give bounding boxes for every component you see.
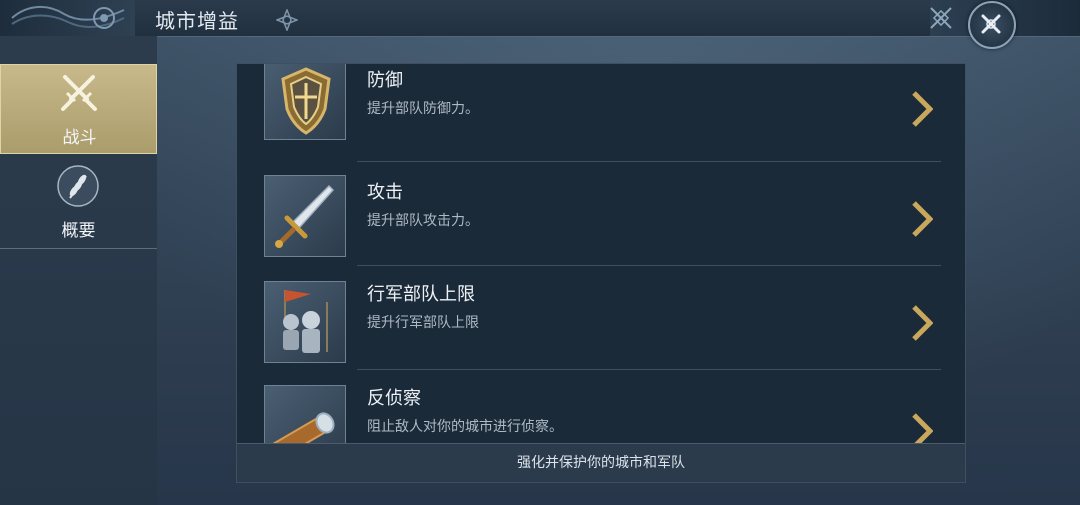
chevron-right-icon[interactable] (911, 200, 933, 238)
buff-list-panel: 防御 提升部队防御力。 攻击 提升部队攻击力。 行军部队上限 提升行军部队上限 … (236, 63, 966, 483)
sword-icon (264, 175, 346, 257)
buff-description: 提升部队防御力。 (367, 101, 479, 117)
top-header: 城市增益 (0, 0, 1080, 49)
buff-description: 提升部队攻击力。 (367, 213, 479, 229)
header-ornament (0, 0, 135, 36)
page-title: 城市增益 (155, 9, 239, 33)
buff-description: 阻止敌人对你的城市进行侦察。 (367, 419, 563, 435)
chevron-right-icon[interactable] (911, 304, 933, 342)
chevron-right-icon[interactable] (911, 90, 933, 128)
wheat-icon (57, 165, 99, 207)
sidebar: 战斗 概要 (0, 36, 157, 505)
shield-icon (264, 64, 346, 140)
buff-title: 攻击 (367, 182, 403, 203)
buff-title: 行军部队上限 (367, 284, 475, 305)
panel-footer: 强化并保护你的城市和军队 (237, 443, 965, 482)
buff-title: 防御 (367, 70, 403, 91)
title-ornament-icon (276, 9, 298, 31)
knights-icon (264, 281, 346, 363)
list-item-attack[interactable]: 攻击 提升部队攻击力。 (237, 162, 959, 266)
buff-title: 反侦察 (367, 388, 421, 409)
corner-ornament-icon (930, 7, 952, 29)
list-item-march-limit[interactable]: 行军部队上限 提升行军部队上限 (237, 266, 959, 370)
crossed-swords-icon (61, 75, 97, 111)
buff-description: 提升行军部队上限 (367, 315, 479, 331)
dragon-ornament-icon (11, 6, 125, 29)
close-x-icon (981, 14, 1001, 34)
sidebar-item-label: 战斗 (62, 128, 97, 148)
close-button[interactable] (968, 1, 1016, 49)
chevron-right-icon[interactable] (911, 412, 933, 444)
sidebar-item-overview[interactable]: 概要 (0, 158, 157, 249)
list-item-anti-scout[interactable]: 反侦察 阻止敌人对你的城市进行侦察。 (237, 370, 959, 444)
buff-list[interactable]: 防御 提升部队防御力。 攻击 提升部队攻击力。 行军部队上限 提升行军部队上限 … (237, 64, 959, 444)
sidebar-item-battle[interactable]: 战斗 (0, 64, 157, 154)
sidebar-item-label: 概要 (61, 221, 96, 241)
spyglass-icon (264, 385, 346, 444)
list-item-defense[interactable]: 防御 提升部队防御力。 (237, 64, 959, 162)
